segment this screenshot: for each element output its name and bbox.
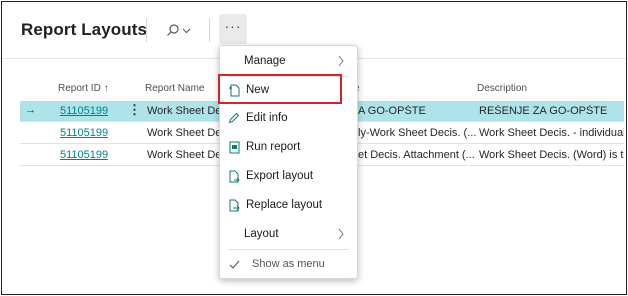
layout-name-cell: A GO-OPŠTE — [358, 105, 426, 117]
export-icon — [228, 169, 240, 183]
menu-item-label: Layout — [244, 228, 279, 240]
description-cell: Work Sheet Decis. - individual — [479, 127, 624, 139]
chevron-right-icon — [338, 55, 344, 67]
more-options-button[interactable]: ··· — [219, 14, 247, 44]
report-name-cell: Work Sheet Dec — [147, 149, 220, 161]
toolbar-divider — [209, 18, 210, 42]
column-header-report-name[interactable]: Report Name — [145, 83, 204, 94]
report-name-cell: Work Sheet Dec — [147, 105, 220, 117]
ellipsis-icon: ··· — [224, 18, 242, 34]
replace-icon — [228, 198, 240, 212]
chevron-down-icon — [182, 28, 190, 33]
menu-item-edit-info[interactable]: Edit info — [220, 105, 357, 131]
layout-name-cell: ly-Work Sheet Decis. (... — [358, 127, 477, 139]
description-cell: REŠENJE ZA GO-OPŠTE — [479, 105, 608, 117]
menu-item-manage[interactable]: Manage — [220, 48, 357, 74]
menu-item-label: Manage — [244, 55, 286, 67]
menu-item-run-report[interactable]: Run report — [220, 134, 357, 160]
menu-item-show-as-menu[interactable]: Show as menu — [220, 251, 357, 277]
report-id-link[interactable]: 51105199 — [60, 105, 108, 117]
row-actions-icon[interactable]: ⋮ — [128, 103, 141, 117]
menu-item-replace-layout[interactable]: Replace layout — [220, 192, 357, 218]
report-layouts-page: Report Layouts ··· Report ID ↑ Report Na… — [1, 1, 627, 295]
new-document-icon — [228, 83, 240, 97]
description-cell: Work Sheet Decis. (Word) is the — [479, 149, 624, 161]
selected-row-arrow-icon: → — [25, 104, 36, 116]
search-button[interactable] — [160, 16, 196, 44]
toolbar-divider — [146, 18, 147, 42]
menu-item-export-layout[interactable]: Export layout — [220, 163, 357, 189]
edit-pencil-icon — [228, 111, 240, 125]
menu-divider — [228, 249, 349, 250]
layout-name-cell: et Decis. Attachment (... — [358, 149, 475, 161]
page-title: Report Layouts — [21, 20, 148, 39]
menu-item-layout[interactable]: Layout — [220, 221, 357, 247]
run-report-icon — [228, 140, 240, 154]
column-header-description[interactable]: Description — [477, 83, 527, 94]
checkmark-icon — [228, 257, 240, 271]
actions-dropdown-menu: Manage New Edit info Run report Export l… — [219, 45, 358, 279]
search-icon — [166, 24, 179, 36]
chevron-right-icon — [338, 228, 344, 240]
report-name-cell: Work Sheet Dec — [147, 127, 220, 139]
column-header-report-id[interactable]: Report ID ↑ — [58, 83, 109, 94]
menu-item-new[interactable]: New — [220, 77, 357, 103]
report-id-link[interactable]: 51105199 — [60, 127, 108, 139]
report-id-link[interactable]: 51105199 — [60, 149, 108, 161]
